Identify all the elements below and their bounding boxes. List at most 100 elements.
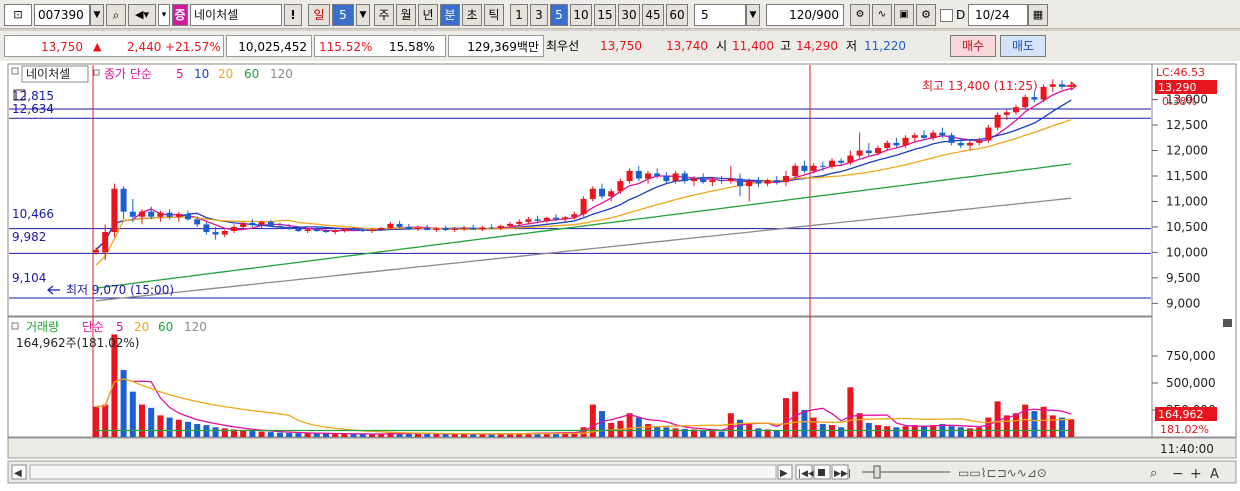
save-icon[interactable]: ▣: [894, 4, 914, 26]
zoom-slider-thumb[interactable]: [873, 465, 881, 479]
legend-close-icon: [93, 69, 100, 76]
minute-15-button[interactable]: 15: [594, 4, 616, 26]
search-icon[interactable]: ⌕: [106, 4, 126, 26]
code-dropdown-icon[interactable]: ▼: [90, 4, 104, 26]
date-input[interactable]: 10/24: [968, 4, 1028, 26]
d-label: D: [956, 8, 966, 22]
candle-body: [433, 228, 440, 230]
volume-bar: [1068, 419, 1075, 437]
zoom-in-icon[interactable]: +: [1190, 466, 1202, 482]
volume-bar: [295, 433, 302, 437]
minute-45-button[interactable]: 45: [642, 4, 664, 26]
candle-body: [1003, 112, 1010, 115]
tab-day[interactable]: 일: [308, 4, 330, 26]
vol-legend-box-icon: [11, 322, 19, 330]
candle-body: [608, 191, 615, 197]
minute-10-button[interactable]: 10: [570, 4, 592, 26]
volume-bar: [267, 432, 274, 437]
high-price: 14,290: [796, 39, 838, 53]
volume-bar: [313, 433, 320, 437]
candle-body: [635, 170, 642, 179]
sell-button[interactable]: 매도: [1000, 35, 1046, 57]
stock-chart[interactable]: 13,00012,50012,00011,50011,00010,50010,0…: [0, 61, 1240, 491]
speaker-icon[interactable]: ◀▾: [128, 4, 156, 26]
minute-60-button[interactable]: 60: [666, 4, 688, 26]
volume-bar: [102, 404, 109, 437]
volume-axis-label: 750,000: [1166, 349, 1216, 363]
minute-30-button[interactable]: 30: [618, 4, 640, 26]
candle-body: [461, 227, 467, 229]
candle-body: [599, 188, 605, 197]
minute-5-button[interactable]: 5: [550, 4, 568, 26]
indicator-icon[interactable]: ∿: [872, 4, 892, 26]
tab-month[interactable]: 월: [396, 4, 416, 26]
alert-button[interactable]: !: [284, 4, 302, 26]
volume-bar: [994, 401, 1001, 437]
candle-body: [323, 231, 329, 233]
stock-code-input[interactable]: 007390: [34, 4, 90, 26]
dropdown-icon[interactable]: ▾: [158, 4, 170, 26]
tab-tick[interactable]: 틱: [484, 4, 504, 26]
candle-body: [911, 135, 918, 138]
magnify-icon[interactable]: ⌕: [1150, 466, 1157, 481]
candle-body: [884, 142, 891, 148]
legend-box-icon: [11, 67, 19, 75]
trade-amount: 129,369백만: [448, 35, 544, 57]
candle-body: [148, 211, 155, 217]
volume-panel: [7, 316, 1153, 438]
tab-minute[interactable]: 분: [440, 4, 460, 26]
candle-body: [185, 214, 191, 220]
candle-type-icon[interactable]: ⚙: [850, 4, 870, 26]
candle-body: [93, 249, 99, 253]
minute-1-button[interactable]: 1: [510, 4, 528, 26]
candle-body: [277, 225, 283, 227]
zoom-out-icon[interactable]: −: [1172, 466, 1184, 482]
tab-year[interactable]: 년: [418, 4, 438, 26]
candle-body: [893, 142, 900, 146]
tab-day-count[interactable]: 5: [332, 4, 354, 26]
candle-body: [810, 165, 817, 171]
count-input[interactable]: 120/900: [766, 4, 844, 26]
stock-name[interactable]: 네이처셀: [190, 4, 282, 26]
high-label: 고: [780, 39, 792, 53]
low-label: 저: [846, 39, 858, 53]
minute-3-button[interactable]: 3: [530, 4, 548, 26]
window-icon[interactable]: ⊡: [4, 4, 32, 26]
buy-button[interactable]: 매수: [950, 35, 996, 57]
vol-legend-name: 거래량: [26, 320, 59, 334]
candle-body: [737, 178, 743, 187]
candle-body: [396, 223, 403, 227]
volume-bar: [249, 431, 256, 437]
d-checkbox[interactable]: [940, 9, 953, 22]
volume-bar: [976, 427, 983, 437]
calendar-icon[interactable]: ▦: [1028, 4, 1048, 26]
volume-bar: [332, 433, 339, 437]
candle-body: [764, 180, 771, 184]
volume-bar: [424, 433, 431, 437]
font-size-icon[interactable]: A: [1210, 467, 1219, 482]
tools-icons[interactable]: ▭▭⌇⊏⊐∿∿⊿⊙: [958, 466, 1047, 480]
interval-input[interactable]: 5: [694, 4, 746, 26]
candle-body: [829, 160, 835, 167]
volume-bar: [654, 426, 661, 437]
interval-dropdown-icon[interactable]: ▼: [746, 4, 760, 26]
candle-body: [626, 170, 633, 182]
panel-close-icon[interactable]: [1223, 319, 1232, 327]
candle-body: [286, 226, 293, 229]
gear-icon[interactable]: ⚙: [916, 4, 936, 26]
tab-week[interactable]: 주: [374, 4, 394, 26]
candle-body: [1013, 107, 1019, 113]
candle-body: [645, 173, 651, 179]
candle-body: [553, 217, 559, 220]
candle-body: [359, 229, 366, 232]
day-count-dropdown-icon[interactable]: ▼: [356, 4, 370, 26]
scroll-track[interactable]: [29, 464, 777, 480]
price-axis-label: 11,500: [1166, 169, 1208, 183]
candle-body: [948, 135, 955, 143]
candle-body: [534, 219, 541, 221]
volume-ratio: 115.52%: [319, 40, 373, 54]
volume-bar: [884, 426, 891, 437]
last-page-icon: ▶▶|: [834, 469, 851, 479]
tab-second[interactable]: 초: [462, 4, 482, 26]
candle-body: [451, 228, 458, 230]
